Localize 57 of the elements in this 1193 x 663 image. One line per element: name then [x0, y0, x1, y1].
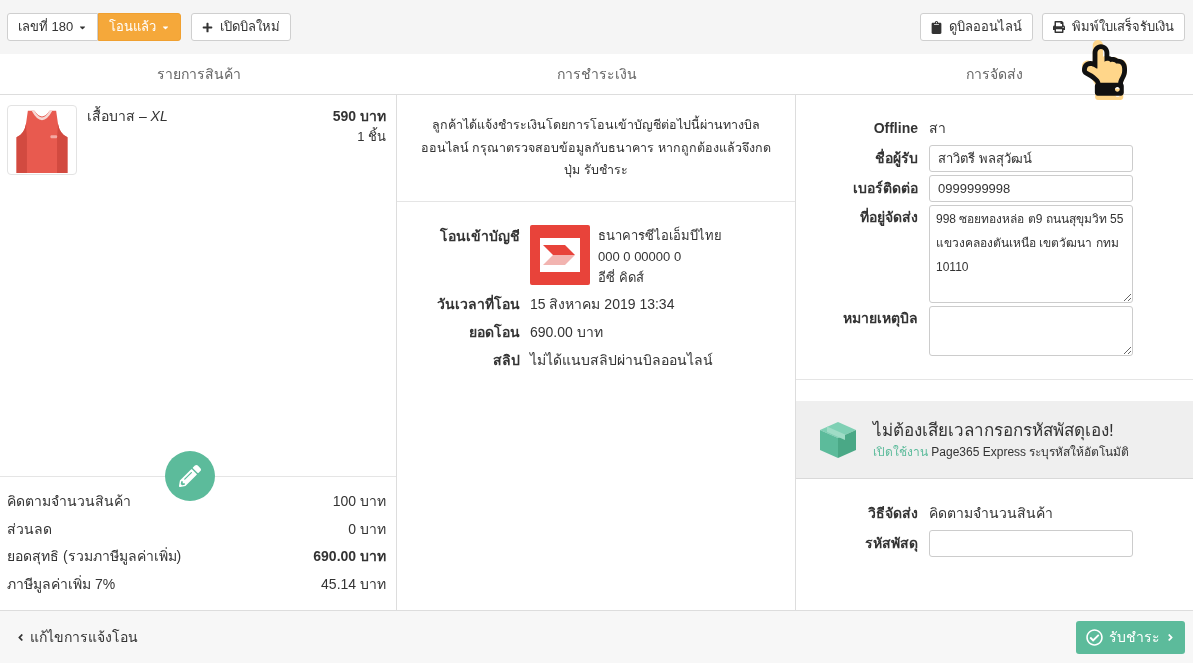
- summary-label: ส่วนลด: [7, 519, 52, 539]
- field-label: รหัสพัสดุ: [864, 534, 918, 554]
- payment-notice: ลูกค้าได้แจ้งชำระเงินโดยการโอนเข้าบัญชีต่อไปนี้ผ่านทางบิลออนไลน์ กรุณาตรวจสอบข้อมูลกับธนาคาร หากถูกต้องแล้วจึงกดปุ่ม รับชำระ: [420, 114, 772, 182]
- field-value: สา: [929, 119, 947, 138]
- address-textarea[interactable]: 998 ซอยทองหล่อ ต9 ถนนสุขุมวิท 55 แขวงคลองตันเหนือ เขตวัฒนา กทม 10110: [929, 205, 1133, 303]
- detail-label: ยอดโอน: [468, 322, 520, 342]
- detail-label: สลิป: [492, 350, 520, 370]
- promo-title: ไม่ต้องเสียเวลากรอกรหัสพัสดุเอง!: [873, 419, 1115, 443]
- chevron-right-icon: [1166, 631, 1175, 643]
- field-value: คิดตามจำนวนสินค้า: [929, 504, 1054, 523]
- back-link[interactable]: แก้ไขการแจ้งโอน: [16, 626, 138, 648]
- detail-value: ไม่ได้แนบสลิปผ่านบิลออนไลน์: [530, 350, 714, 370]
- field-label: ที่อยู่จัดส่ง: [859, 206, 918, 228]
- field-label: วิธีจัดส่ง: [867, 504, 918, 523]
- package-icon: [818, 419, 858, 460]
- product-price: 590 บาท: [332, 107, 386, 126]
- detail-value: 15 สิงหาคม 2019 13:34: [530, 294, 676, 314]
- detail-value: 690.00 บาท: [530, 322, 604, 342]
- clipboard-icon: [931, 20, 942, 34]
- summary-label: คิดตามจำนวนสินค้า: [7, 492, 131, 512]
- bank-logo-icon: [530, 224, 590, 285]
- print-button[interactable]: พิมพ์ใบเสร็จรับเงิน: [1042, 13, 1185, 41]
- product-quantity: 1 ชิ้น: [357, 126, 386, 146]
- product-name: เสื้อบาส – XL: [87, 105, 169, 126]
- summary-value: 100 บาท: [332, 492, 386, 512]
- detail-label: วันเวลาที่โอน: [436, 293, 520, 314]
- new-bill-button[interactable]: เปิดบิลใหม่: [191, 13, 292, 41]
- bank-account-line: ธนาคารซีไอเอ็มบีไทย: [598, 225, 722, 245]
- field-label: หมายเหตุบิล: [842, 309, 918, 329]
- text-input[interactable]: สาวิตรี พลสุวัฒน์: [929, 145, 1133, 172]
- pencil-icon: [179, 465, 201, 487]
- field-label: Offline: [872, 119, 918, 138]
- column-header: การจัดส่ง: [966, 64, 1023, 84]
- summary-label: ภาษีมูลค่าเพิ่ม 7%: [7, 574, 116, 595]
- text-input[interactable]: 0999999998: [929, 175, 1133, 202]
- edit-button[interactable]: [165, 451, 215, 501]
- summary-label: ยอดสุทธิ (รวมภาษีมูลค่าเพิ่ม): [7, 546, 182, 567]
- summary-value: 690.00 บาท: [313, 547, 386, 567]
- jersey-drawing: [7, 105, 77, 175]
- view-bill-button[interactable]: ดูบิลออนไลน์: [920, 13, 1033, 41]
- summary-value: 0 บาท: [348, 519, 386, 539]
- pointer-hand-icon: [1082, 40, 1127, 100]
- field-label: ชื่อผู้รับ: [874, 147, 918, 169]
- text-input[interactable]: [929, 530, 1133, 557]
- bank-account-line: 000 0 00000 0: [598, 247, 683, 266]
- detail-label: โอนเข้าบัญชี: [439, 226, 520, 247]
- chevron-left-icon: [16, 631, 25, 643]
- bank-account-line: อีซี่ คิดส์: [598, 268, 645, 287]
- promo-description: เปิดใช้งาน Page365 Express ระบุรหัสให้อัตโนมัติ: [873, 443, 1130, 461]
- field-label: เบอร์ติดต่อ: [852, 179, 918, 198]
- column-header: การชำระเงิน: [556, 64, 637, 84]
- plus-icon: [202, 21, 214, 33]
- column-header: รายการสินค้า: [156, 64, 241, 84]
- number-dropdown[interactable]: เลขที่ 180: [7, 13, 99, 41]
- note-textarea[interactable]: [929, 306, 1133, 356]
- summary-value: 45.14 บาท: [321, 574, 386, 594]
- printer-icon: [1053, 21, 1065, 33]
